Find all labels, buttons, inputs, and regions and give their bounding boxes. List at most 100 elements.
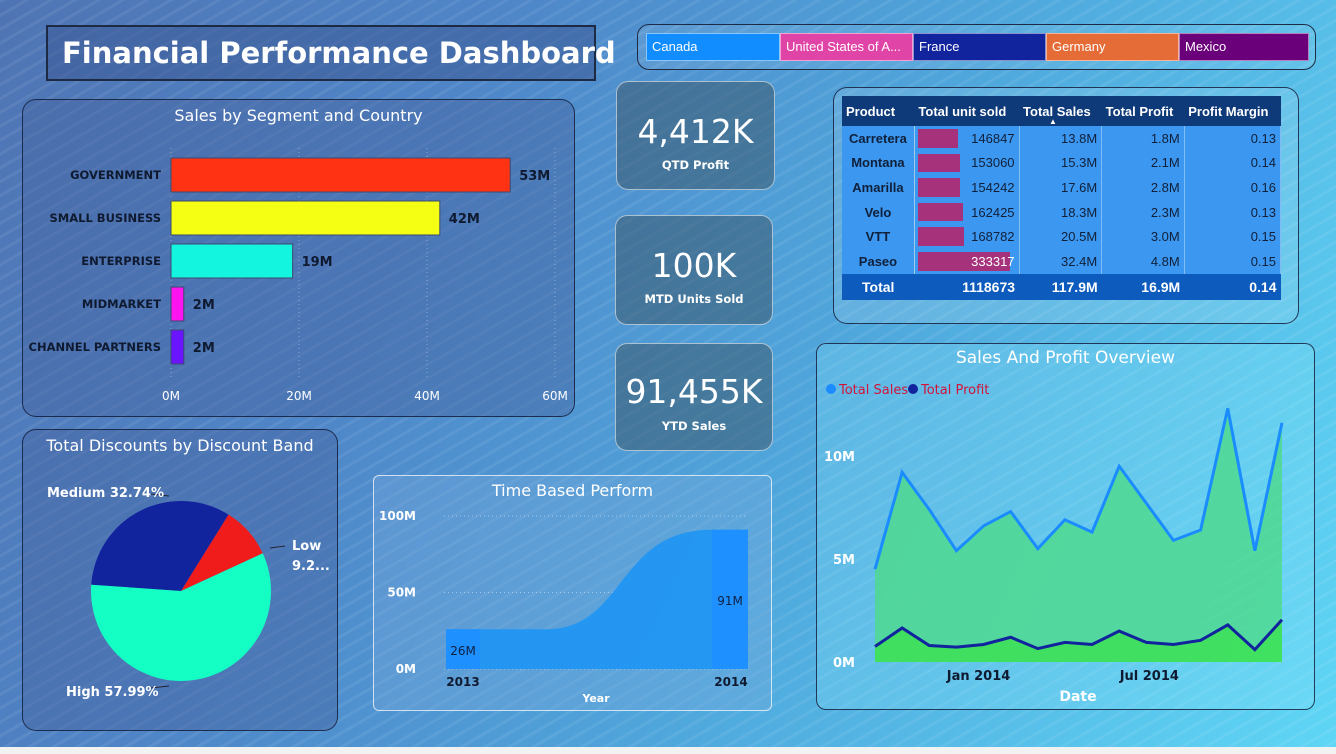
product-matrix: Product Total unit sold Total Sales ▲ Tot… <box>842 96 1282 300</box>
kpi-value: 4,412K <box>637 112 754 151</box>
kpi-value: 100K <box>651 246 737 285</box>
matrix-header[interactable]: Product <box>842 96 915 126</box>
slicer-item-mexico[interactable]: Mexico <box>1179 33 1309 61</box>
bar <box>170 286 185 322</box>
matrix-cell: 17.6M <box>1019 175 1103 200</box>
table-row[interactable]: Montana 153060 15.3M 2.1M 0.14 <box>842 150 1282 176</box>
y-tick-label: 0M <box>396 662 416 676</box>
y-tick-label: 5M <box>833 553 855 568</box>
matrix-cell: Total <box>842 273 915 300</box>
leader-line <box>269 545 286 549</box>
table-row[interactable]: Velo 162425 18.3M 2.3M 0.13 <box>842 199 1282 225</box>
matrix-total-row: Total 1118673 117.9M 16.9M 0.14 <box>842 273 1281 300</box>
data-label: 53M <box>519 169 550 184</box>
category-label: SMALL BUSINESS <box>50 211 161 225</box>
y-tick-label: 10M <box>824 450 855 465</box>
slicer-label: France <box>919 39 960 54</box>
time-based-chart: 100M 50M 0M 26M 91M 2013 2014 Year <box>379 509 748 705</box>
x-axis-title: Date <box>1059 689 1096 705</box>
kpi-ytd-sales: 91,455K YTD Sales <box>615 343 773 451</box>
data-bar <box>917 202 963 222</box>
page-tabs-strip <box>0 747 1336 754</box>
slicer-label: Germany <box>1052 39 1106 54</box>
bar <box>170 329 185 365</box>
page-title: Financial Performance Dashboard <box>62 36 616 70</box>
table-row[interactable]: Carretera 146847 13.8M 1.8M 0.13 <box>842 126 1282 151</box>
overview-card: Sales And Profit Overview Total Sales Tot… <box>816 343 1315 710</box>
kpi-label: YTD Sales <box>661 419 727 433</box>
unit-value: 168782 <box>971 229 1015 245</box>
matrix-cell: 4.8M <box>1101 248 1185 274</box>
matrix-cell: 0.13 <box>1184 199 1282 225</box>
data-bar <box>917 227 965 246</box>
category-label: MIDMARKET <box>82 297 161 311</box>
unit-value: 153060 <box>971 155 1015 171</box>
matrix-header[interactable]: Profit Margin <box>1184 96 1281 126</box>
area-fill <box>446 529 748 669</box>
matrix-cell: 117.9M <box>1019 273 1102 300</box>
title-box: Financial Performance Dashboard <box>46 25 616 81</box>
matrix-cell: 333317 <box>914 248 1020 274</box>
matrix-header-sorted[interactable]: Total Sales ▲ <box>1019 96 1102 126</box>
data-bar <box>917 129 959 148</box>
matrix-cell: 3.0M <box>1101 224 1185 249</box>
discounts-card: Total Discounts by Discount Band Medium … <box>22 429 338 731</box>
data-label: 2M <box>193 341 215 356</box>
data-bar <box>917 153 961 173</box>
kpi-qtd-profit: 4,412K QTD Profit <box>616 81 775 190</box>
matrix-cell: 2.1M <box>1101 150 1185 176</box>
matrix-cell: 2.3M <box>1101 199 1185 225</box>
matrix-cell: VTT <box>842 224 915 249</box>
matrix-cell: 0.15 <box>1184 224 1282 249</box>
y-tick-label: 50M <box>387 586 416 600</box>
slicer-item-france[interactable]: France <box>913 33 1046 61</box>
data-label: 42M <box>449 212 480 227</box>
sort-ascending-icon: ▲ <box>1049 117 1057 126</box>
matrix-cell: 20.5M <box>1019 224 1103 249</box>
time-based-card: Time Based Perform 100M 50M 0M 26M 91M 2013 20… <box>373 475 772 711</box>
matrix-cell: Carretera <box>842 126 915 151</box>
slicer-item-canada[interactable]: Canada <box>646 33 780 61</box>
matrix-cell: 1118673 <box>914 273 1020 300</box>
product-matrix-card: Product Total unit sold Total Sales ▲ Tot… <box>833 87 1299 324</box>
x-axis-title: Year <box>581 692 610 705</box>
matrix-header-label: Total unit sold <box>918 103 1007 119</box>
unit-value: 162425 <box>971 204 1015 220</box>
unit-value: 154242 <box>971 179 1015 195</box>
table-row[interactable]: Amarilla 154242 17.6M 2.8M 0.16 <box>842 175 1282 200</box>
data-label: 91M <box>717 594 743 608</box>
y-tick-label: 0M <box>833 656 855 671</box>
pie-label-medium: Medium 32.74% <box>47 486 164 501</box>
table-row[interactable]: VTT 168782 20.5M 3.0M 0.15 <box>842 224 1282 249</box>
matrix-cell: 32.4M <box>1019 248 1103 274</box>
kpi-label: MTD Units Sold <box>644 292 744 306</box>
matrix-header[interactable]: Total unit sold <box>914 96 1020 126</box>
matrix-cell: 16.9M <box>1101 273 1185 300</box>
matrix-cell: 162425 <box>914 199 1020 225</box>
tick-label: 60M <box>542 389 568 403</box>
pie-label-low-value: 9.2... <box>292 559 330 574</box>
sales-area <box>875 408 1282 662</box>
pie-label-low: Low <box>292 539 321 554</box>
sales-by-segment-card: Sales by Segment and Country GOVERNMENT 5… <box>22 99 575 417</box>
category-label: ENTERPRISE <box>81 254 161 268</box>
bar <box>170 157 511 193</box>
matrix-cell: 146847 <box>914 126 1020 151</box>
table-row[interactable]: Paseo 333317 32.4M 4.8M 0.15 <box>842 248 1282 274</box>
x-tick-label: Jan 2014 <box>946 669 1011 684</box>
country-slicer: Canada United States of A... France Germ… <box>637 24 1316 70</box>
data-label: 19M <box>302 255 333 270</box>
slicer-item-usa[interactable]: United States of A... <box>780 33 913 61</box>
matrix-cell: 15.3M <box>1019 150 1103 176</box>
pie-label-high: High 57.99% <box>66 685 159 700</box>
data-bar <box>917 178 961 197</box>
matrix-cell: 0.14 <box>1184 273 1281 300</box>
matrix-header[interactable]: Total Profit <box>1101 96 1185 126</box>
slicer-item-germany[interactable]: Germany <box>1046 33 1179 61</box>
matrix-cell: 154242 <box>914 175 1020 200</box>
kpi-label: QTD Profit <box>661 158 730 172</box>
data-label: 26M <box>450 644 476 658</box>
legend-marker <box>826 384 836 394</box>
tick-label: 0M <box>162 389 180 403</box>
unit-value: 333317 <box>971 253 1015 269</box>
